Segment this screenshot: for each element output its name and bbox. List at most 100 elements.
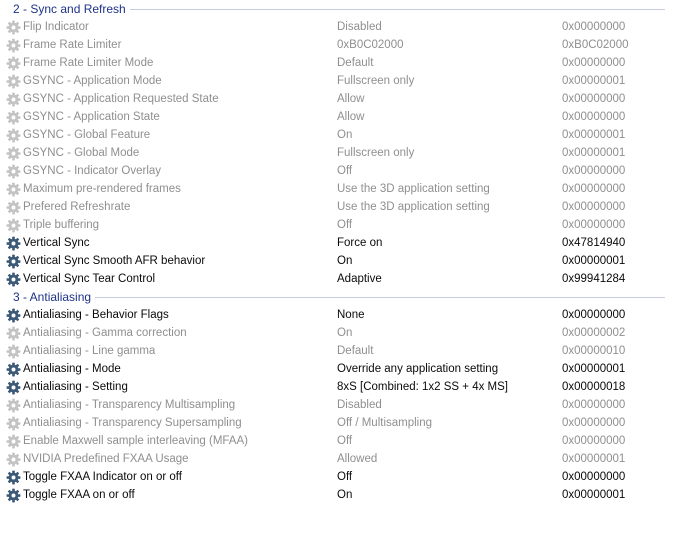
setting-value[interactable]: Default — [337, 57, 373, 69]
setting-value[interactable]: Off — [337, 471, 352, 483]
gear-icon — [5, 361, 21, 377]
setting-value[interactable]: Off — [337, 165, 352, 177]
gear-icon — [5, 235, 21, 251]
setting-row[interactable]: Antialiasing - Mode Override any applicat… — [0, 360, 673, 378]
setting-name: Vertical Sync — [23, 237, 90, 249]
setting-hex-value: 0x00000000 — [562, 21, 626, 33]
setting-value[interactable]: Adaptive — [337, 273, 382, 285]
setting-value[interactable]: On — [337, 327, 352, 339]
gear-icon — [5, 37, 21, 53]
setting-row[interactable]: Antialiasing - Behavior Flags None 0x00000… — [0, 306, 673, 324]
gear-icon — [5, 163, 21, 179]
setting-hex-value: 0x00000000 — [562, 111, 626, 123]
setting-name: GSYNC - Global Mode — [23, 147, 140, 159]
setting-row[interactable]: GSYNC - Application State Allow 0x00000000 — [0, 108, 673, 126]
setting-name: Antialiasing - Mode — [23, 363, 121, 375]
setting-row[interactable]: Frame Rate Limiter Mode Default 0x00000000 — [0, 54, 673, 72]
group-header[interactable]: 3 - Antialiasing — [0, 288, 673, 306]
gear-icon — [5, 91, 21, 107]
setting-value[interactable]: Off / Multisampling — [337, 417, 432, 429]
setting-row[interactable]: Antialiasing - Setting 8xS [Combined: 1x2… — [0, 378, 673, 396]
setting-name: NVIDIA Predefined FXAA Usage — [23, 453, 189, 465]
setting-row[interactable]: GSYNC - Indicator Overlay Off 0x00000000 — [0, 162, 673, 180]
setting-row[interactable]: Antialiasing - Gamma correction On 0x00000… — [0, 324, 673, 342]
setting-row[interactable]: Maximum pre-rendered frames Use the 3D ap… — [0, 180, 673, 198]
setting-row[interactable]: Frame Rate Limiter 0xB0C02000 0xB0C02000 — [0, 36, 673, 54]
setting-name: GSYNC - Application Mode — [23, 75, 162, 87]
setting-name: Antialiasing - Line gamma — [23, 345, 156, 357]
group-title: 2 - Sync and Refresh — [13, 2, 126, 16]
setting-name: Antialiasing - Behavior Flags — [23, 309, 169, 321]
setting-hex-value: 0xB0C02000 — [562, 39, 629, 51]
setting-value[interactable]: Disabled — [337, 399, 382, 411]
setting-hex-value: 0x00000002 — [562, 327, 626, 339]
setting-value[interactable]: 8xS [Combined: 1x2 SS + 4x MS] — [337, 381, 508, 393]
setting-row[interactable]: Toggle FXAA Indicator on or off Off 0x0000… — [0, 468, 673, 486]
setting-hex-value: 0x00000000 — [562, 201, 626, 213]
setting-value[interactable]: Use the 3D application setting — [337, 201, 490, 213]
setting-value[interactable]: Allow — [337, 111, 364, 123]
setting-value[interactable]: Allow — [337, 93, 364, 105]
setting-name: Maximum pre-rendered frames — [23, 183, 181, 195]
setting-row[interactable]: Vertical Sync Tear Control Adaptive 0x9994… — [0, 270, 673, 288]
gear-icon — [5, 379, 21, 395]
gear-icon — [5, 415, 21, 431]
group-divider — [129, 9, 665, 10]
setting-hex-value: 0x00000001 — [562, 363, 626, 375]
setting-row[interactable]: GSYNC - Application Mode Fullscreen only 0… — [0, 72, 673, 90]
group-header[interactable]: 2 - Sync and Refresh — [0, 0, 673, 18]
gear-icon — [5, 145, 21, 161]
setting-value[interactable]: Fullscreen only — [337, 147, 414, 159]
setting-value[interactable]: Force on — [337, 237, 382, 249]
setting-value[interactable]: On — [337, 489, 352, 501]
setting-value[interactable]: Fullscreen only — [337, 75, 414, 87]
setting-row[interactable]: Antialiasing - Transparency Supersamplin… — [0, 414, 673, 432]
gear-icon — [5, 55, 21, 71]
setting-hex-value: 0x00000001 — [562, 75, 626, 87]
setting-row[interactable]: Vertical Sync Smooth AFR behavior On 0x000… — [0, 252, 673, 270]
setting-value[interactable]: Default — [337, 345, 373, 357]
setting-row[interactable]: GSYNC - Global Feature On 0x00000001 — [0, 126, 673, 144]
setting-name: Prefered Refreshrate — [23, 201, 131, 213]
setting-value[interactable]: Disabled — [337, 21, 382, 33]
setting-value[interactable]: 0xB0C02000 — [337, 39, 404, 51]
setting-hex-value: 0x00000000 — [562, 219, 626, 231]
setting-row[interactable]: Flip Indicator Disabled 0x00000000 — [0, 18, 673, 36]
setting-value[interactable]: Off — [337, 219, 352, 231]
setting-value[interactable]: None — [337, 309, 365, 321]
setting-name: GSYNC - Application Requested State — [23, 93, 219, 105]
gear-icon — [5, 127, 21, 143]
setting-row[interactable]: Antialiasing - Transparency Multisamplin… — [0, 396, 673, 414]
setting-hex-value: 0x00000000 — [562, 471, 626, 483]
setting-hex-value: 0x00000000 — [562, 57, 626, 69]
setting-row[interactable]: GSYNC - Global Mode Fullscreen only 0x0000… — [0, 144, 673, 162]
setting-name: Frame Rate Limiter Mode — [23, 57, 154, 69]
setting-value[interactable]: Use the 3D application setting — [337, 183, 490, 195]
setting-name: Vertical Sync Tear Control — [23, 273, 156, 285]
gear-icon — [5, 181, 21, 197]
setting-value[interactable]: Override any application setting — [337, 363, 498, 375]
setting-value[interactable]: Off — [337, 435, 352, 447]
setting-row[interactable]: Enable Maxwell sample interleaving (MFAA… — [0, 432, 673, 450]
gear-icon — [5, 217, 21, 233]
setting-row[interactable]: Triple buffering Off 0x00000000 — [0, 216, 673, 234]
gear-icon — [5, 343, 21, 359]
setting-value[interactable]: Allowed — [337, 453, 377, 465]
setting-row[interactable]: Prefered Refreshrate Use the 3D applicati… — [0, 198, 673, 216]
group-divider — [95, 297, 665, 298]
gear-icon — [5, 253, 21, 269]
setting-name: Frame Rate Limiter — [23, 39, 122, 51]
setting-name: Antialiasing - Gamma correction — [23, 327, 187, 339]
setting-hex-value: 0x00000001 — [562, 453, 626, 465]
setting-row[interactable]: Toggle FXAA on or off On 0x00000001 — [0, 486, 673, 504]
setting-row[interactable]: GSYNC - Application Requested State Allow… — [0, 90, 673, 108]
setting-row[interactable]: Vertical Sync Force on 0x47814940 — [0, 234, 673, 252]
setting-name: GSYNC - Indicator Overlay — [23, 165, 162, 177]
setting-value[interactable]: On — [337, 129, 352, 141]
gear-icon — [5, 19, 21, 35]
gear-icon — [5, 199, 21, 215]
setting-value[interactable]: On — [337, 255, 352, 267]
setting-row[interactable]: Antialiasing - Line gamma Default 0x000000… — [0, 342, 673, 360]
setting-row[interactable]: NVIDIA Predefined FXAA Usage Allowed 0x000… — [0, 450, 673, 468]
setting-name: Vertical Sync Smooth AFR behavior — [23, 255, 206, 267]
